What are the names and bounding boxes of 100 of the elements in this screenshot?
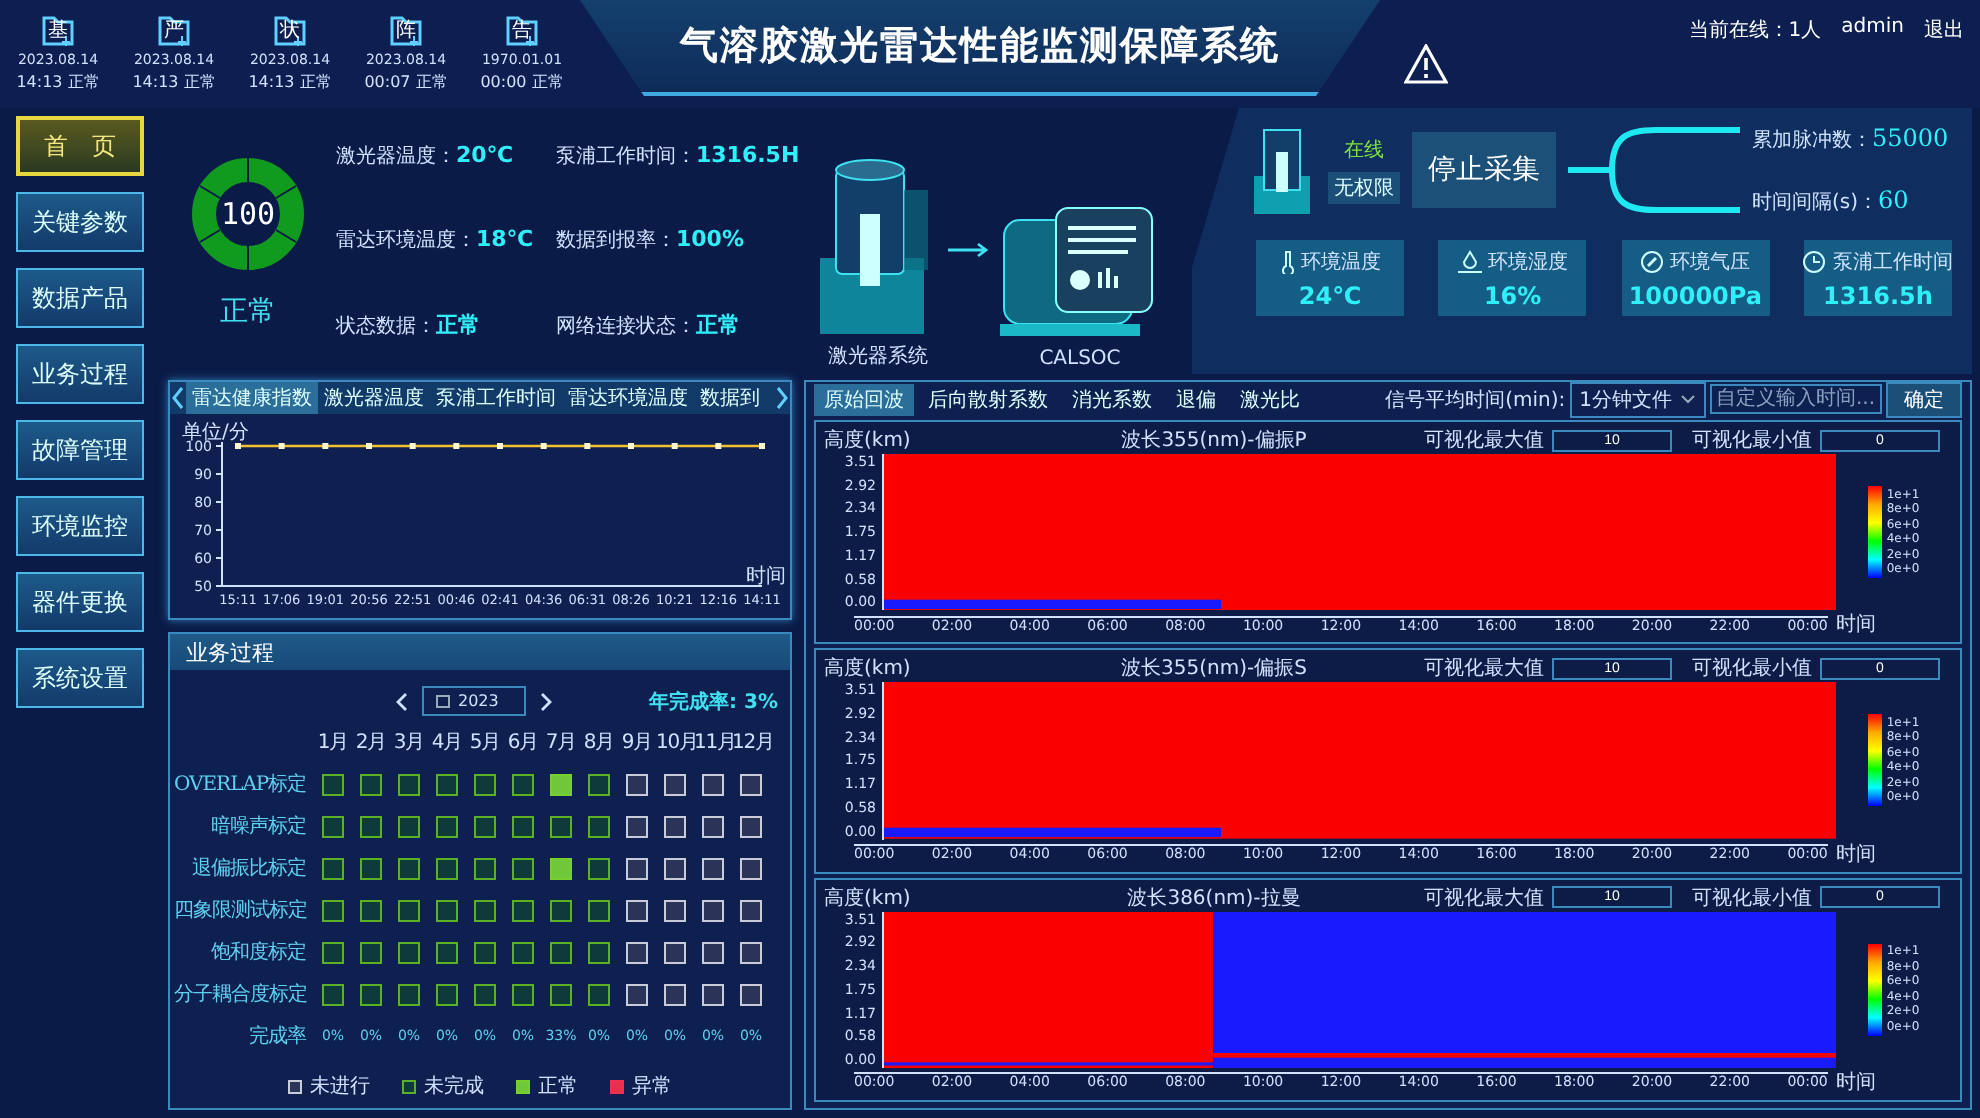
status-square[interactable] [740, 815, 762, 837]
status-square[interactable] [664, 941, 686, 963]
folder-icon[interactable] [388, 12, 424, 48]
status-square[interactable] [588, 773, 610, 795]
nav-button[interactable]: 环境监控 [16, 496, 144, 556]
status-square[interactable] [702, 815, 724, 837]
status-square[interactable] [398, 815, 420, 837]
status-square[interactable] [474, 773, 496, 795]
chevron-right-icon[interactable] [774, 382, 790, 414]
status-square[interactable] [436, 815, 458, 837]
status-square[interactable] [474, 899, 496, 921]
status-square[interactable] [588, 857, 610, 879]
folder-icon[interactable] [272, 12, 308, 48]
status-square[interactable] [626, 857, 648, 879]
chart-tab[interactable]: 雷达健康指数 [186, 382, 318, 414]
status-square[interactable] [550, 773, 572, 795]
logout-link[interactable]: 退出 [1924, 16, 1964, 44]
year-picker[interactable]: 2023 [422, 686, 526, 716]
status-square[interactable] [702, 857, 724, 879]
status-square[interactable] [740, 857, 762, 879]
status-square[interactable] [512, 815, 534, 837]
status-square[interactable] [740, 941, 762, 963]
status-square[interactable] [322, 815, 344, 837]
status-square[interactable] [588, 815, 610, 837]
folder-icon[interactable] [156, 12, 192, 48]
folder-icon[interactable] [40, 12, 76, 48]
signal-tab[interactable]: 退偏 [1166, 383, 1226, 415]
status-square[interactable] [740, 983, 762, 1005]
status-square[interactable] [398, 983, 420, 1005]
status-square[interactable] [474, 815, 496, 837]
status-square[interactable] [474, 941, 496, 963]
status-square[interactable] [512, 941, 534, 963]
chart-tab[interactable]: 激光器温度 [318, 382, 430, 414]
status-square[interactable] [436, 857, 458, 879]
status-square[interactable] [398, 773, 420, 795]
folder-icon[interactable] [504, 12, 540, 48]
status-square[interactable] [322, 857, 344, 879]
status-square[interactable] [398, 941, 420, 963]
status-square[interactable] [360, 857, 382, 879]
status-square[interactable] [702, 983, 724, 1005]
status-square[interactable] [512, 773, 534, 795]
signal-tab[interactable]: 原始回波 [814, 383, 914, 415]
chart-tab[interactable]: 数据到 [694, 382, 766, 414]
chevron-right-icon[interactable] [538, 689, 554, 713]
nav-button[interactable]: 首 页 [16, 116, 144, 176]
warning-icon[interactable] [1404, 44, 1448, 84]
chevron-left-icon[interactable] [170, 382, 186, 414]
status-square[interactable] [474, 857, 496, 879]
status-square[interactable] [702, 899, 724, 921]
status-square[interactable] [322, 983, 344, 1005]
status-square[interactable] [626, 941, 648, 963]
status-square[interactable] [436, 899, 458, 921]
status-square[interactable] [550, 983, 572, 1005]
status-square[interactable] [436, 983, 458, 1005]
status-square[interactable] [588, 899, 610, 921]
nav-button[interactable]: 故障管理 [16, 420, 144, 480]
status-square[interactable] [664, 773, 686, 795]
status-square[interactable] [588, 983, 610, 1005]
status-square[interactable] [436, 773, 458, 795]
status-square[interactable] [664, 983, 686, 1005]
custom-time-field[interactable]: 自定义输入时间... [1710, 384, 1882, 414]
status-square[interactable] [550, 941, 572, 963]
status-square[interactable] [512, 983, 534, 1005]
status-square[interactable] [664, 815, 686, 837]
status-square[interactable] [626, 983, 648, 1005]
status-square[interactable] [740, 899, 762, 921]
status-square[interactable] [664, 899, 686, 921]
average-time-select[interactable]: 1分钟文件 [1569, 381, 1706, 417]
status-square[interactable] [626, 899, 648, 921]
status-square[interactable] [664, 857, 686, 879]
status-square[interactable] [360, 773, 382, 795]
status-square[interactable] [322, 773, 344, 795]
status-square[interactable] [550, 815, 572, 837]
nav-button[interactable]: 关键参数 [16, 192, 144, 252]
chart-tab[interactable]: 雷达环境温度 [562, 382, 694, 414]
stop-acquisition-button[interactable]: 停止采集 [1412, 132, 1556, 208]
status-square[interactable] [360, 815, 382, 837]
signal-tab[interactable]: 后向散射系数 [918, 383, 1058, 415]
confirm-button[interactable]: 确定 [1886, 381, 1962, 417]
status-square[interactable] [626, 815, 648, 837]
chart-tab[interactable]: 泵浦工作时间 [430, 382, 562, 414]
status-square[interactable] [626, 773, 648, 795]
status-square[interactable] [322, 941, 344, 963]
nav-button[interactable]: 系统设置 [16, 648, 144, 708]
status-square[interactable] [322, 899, 344, 921]
status-square[interactable] [360, 983, 382, 1005]
status-square[interactable] [702, 773, 724, 795]
signal-tab[interactable]: 激光比 [1230, 383, 1310, 415]
status-square[interactable] [588, 941, 610, 963]
status-square[interactable] [550, 899, 572, 921]
status-square[interactable] [398, 857, 420, 879]
chevron-left-icon[interactable] [394, 689, 410, 713]
status-square[interactable] [474, 983, 496, 1005]
nav-button[interactable]: 器件更换 [16, 572, 144, 632]
signal-tab[interactable]: 消光系数 [1062, 383, 1162, 415]
nav-button[interactable]: 业务过程 [16, 344, 144, 404]
nav-button[interactable]: 数据产品 [16, 268, 144, 328]
status-square[interactable] [360, 941, 382, 963]
status-square[interactable] [702, 941, 724, 963]
status-square[interactable] [740, 773, 762, 795]
